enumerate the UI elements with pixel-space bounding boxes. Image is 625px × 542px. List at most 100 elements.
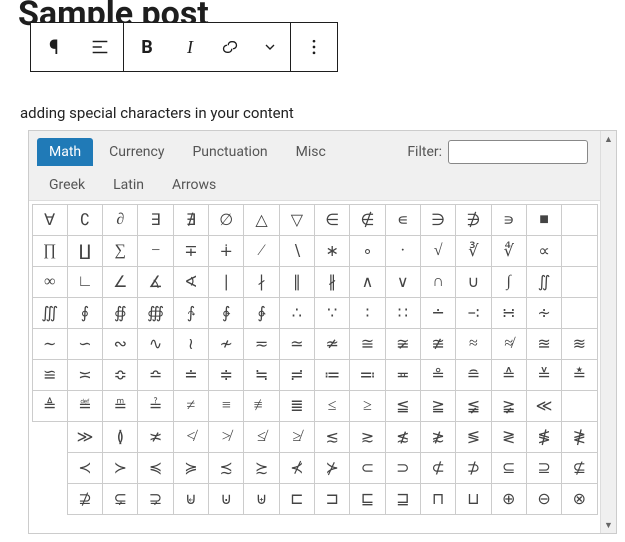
char-cell[interactable]: ∾ bbox=[102, 328, 138, 360]
char-cell[interactable]: ≃ bbox=[279, 328, 315, 360]
char-cell[interactable]: ∑ bbox=[102, 235, 138, 267]
char-cell[interactable]: ∭ bbox=[32, 297, 68, 329]
char-cell[interactable]: ∫ bbox=[491, 266, 527, 298]
char-cell[interactable]: ∼ bbox=[32, 328, 68, 360]
char-cell[interactable]: ∝ bbox=[526, 235, 562, 267]
char-cell[interactable]: ≺ bbox=[67, 452, 103, 484]
char-cell[interactable]: ∋ bbox=[420, 204, 456, 236]
char-cell[interactable]: ≓ bbox=[279, 359, 315, 391]
char-cell[interactable]: ≸ bbox=[526, 421, 562, 453]
char-cell[interactable]: ≅ bbox=[349, 328, 385, 360]
char-cell[interactable]: ∢ bbox=[173, 266, 209, 298]
char-cell[interactable]: ⊎ bbox=[243, 483, 279, 515]
char-cell[interactable]: ≋ bbox=[561, 328, 597, 360]
char-cell[interactable]: ≰ bbox=[243, 421, 279, 453]
char-cell[interactable]: ≉ bbox=[491, 328, 527, 360]
char-cell[interactable]: ⊅ bbox=[455, 452, 491, 484]
char-cell[interactable]: ≦ bbox=[385, 390, 421, 422]
char-cell[interactable]: ≌ bbox=[32, 359, 68, 391]
char-cell[interactable]: ≇ bbox=[420, 328, 456, 360]
char-cell[interactable]: ∌ bbox=[455, 204, 491, 236]
char-cell[interactable]: ∜ bbox=[491, 235, 527, 267]
char-cell[interactable]: ∡ bbox=[137, 266, 173, 298]
char-cell[interactable]: ≑ bbox=[208, 359, 244, 391]
panel-scrollbar[interactable]: ▲ ▼ bbox=[600, 131, 616, 533]
char-cell[interactable]: ∟ bbox=[67, 266, 103, 298]
char-cell[interactable]: ≠ bbox=[173, 390, 209, 422]
char-cell[interactable]: ≻ bbox=[102, 452, 138, 484]
char-cell[interactable]: ≝ bbox=[67, 390, 103, 422]
char-cell[interactable]: ∩ bbox=[420, 266, 456, 298]
char-cell[interactable]: ≳ bbox=[349, 421, 385, 453]
tab-arrows[interactable]: Arrows bbox=[160, 171, 228, 199]
char-cell[interactable]: ∶ bbox=[349, 297, 385, 329]
char-cell[interactable]: ≹ bbox=[561, 421, 597, 453]
char-cell[interactable]: ∱ bbox=[173, 297, 209, 329]
char-cell[interactable]: ∂ bbox=[102, 204, 138, 236]
char-cell[interactable]: ∍ bbox=[491, 204, 527, 236]
char-cell[interactable]: ≈ bbox=[455, 328, 491, 360]
char-cell[interactable]: ≱ bbox=[279, 421, 315, 453]
char-cell[interactable]: ≶ bbox=[455, 421, 491, 453]
char-cell[interactable]: ∏ bbox=[32, 235, 68, 267]
char-cell[interactable]: ∤ bbox=[243, 266, 279, 298]
tab-math[interactable]: Math bbox=[37, 138, 93, 166]
char-cell[interactable]: ⊖ bbox=[526, 483, 562, 515]
char-cell[interactable]: ≍ bbox=[67, 359, 103, 391]
char-cell[interactable]: △ bbox=[243, 204, 279, 236]
char-cell[interactable]: ∿ bbox=[137, 328, 173, 360]
char-cell[interactable]: ≫ bbox=[67, 421, 103, 453]
char-cell[interactable]: ∅ bbox=[208, 204, 244, 236]
char-cell[interactable]: ⊇ bbox=[526, 452, 562, 484]
char-cell[interactable]: ≽ bbox=[173, 452, 209, 484]
char-cell[interactable]: ∮ bbox=[67, 297, 103, 329]
char-cell[interactable]: ∐ bbox=[67, 235, 103, 267]
char-cell[interactable]: ≔ bbox=[314, 359, 350, 391]
char-cell[interactable]: ⊐ bbox=[314, 483, 350, 515]
char-cell[interactable]: ⊌ bbox=[173, 483, 209, 515]
more-rich-text-button[interactable] bbox=[250, 23, 290, 71]
char-cell[interactable]: ∪ bbox=[455, 266, 491, 298]
char-cell[interactable]: ∖ bbox=[279, 235, 315, 267]
char-cell[interactable]: ∘ bbox=[349, 235, 385, 267]
paragraph-content[interactable]: adding special characters in your conten… bbox=[20, 104, 294, 122]
char-cell[interactable]: ⊋ bbox=[137, 483, 173, 515]
char-cell[interactable]: ⊕ bbox=[491, 483, 527, 515]
char-cell[interactable]: ≄ bbox=[314, 328, 350, 360]
bold-button[interactable]: B bbox=[124, 23, 170, 71]
link-button[interactable] bbox=[210, 23, 250, 71]
char-cell[interactable]: ⊂ bbox=[349, 452, 385, 484]
char-cell[interactable]: ≡ bbox=[208, 390, 244, 422]
char-cell[interactable]: ∉ bbox=[349, 204, 385, 236]
char-cell[interactable]: ≐ bbox=[173, 359, 209, 391]
scroll-up-arrow[interactable]: ▲ bbox=[601, 131, 616, 147]
char-cell[interactable]: ≗ bbox=[420, 359, 456, 391]
char-cell[interactable]: ≛ bbox=[561, 359, 597, 391]
paragraph-type-button[interactable]: ¶ bbox=[31, 23, 77, 71]
char-cell[interactable]: ≎ bbox=[102, 359, 138, 391]
char-cell[interactable]: ≯ bbox=[208, 421, 244, 453]
char-cell[interactable]: ≧ bbox=[420, 390, 456, 422]
char-cell[interactable]: ∓ bbox=[173, 235, 209, 267]
char-cell[interactable]: ∔ bbox=[208, 235, 244, 267]
char-cell[interactable] bbox=[561, 204, 597, 236]
char-cell[interactable]: ≮ bbox=[173, 421, 209, 453]
char-cell[interactable]: ∺ bbox=[491, 297, 527, 329]
char-cell[interactable]: ∙ bbox=[385, 235, 421, 267]
tab-currency[interactable]: Currency bbox=[97, 138, 176, 166]
char-cell[interactable]: ∷ bbox=[385, 297, 421, 329]
char-cell[interactable]: ≷ bbox=[491, 421, 527, 453]
char-cell[interactable]: ∊ bbox=[385, 204, 421, 236]
filter-input[interactable] bbox=[448, 140, 588, 164]
char-cell[interactable]: ≵ bbox=[420, 421, 456, 453]
char-cell[interactable]: ⊈ bbox=[561, 452, 597, 484]
char-cell[interactable]: ⊄ bbox=[420, 452, 456, 484]
char-cell[interactable]: ∧ bbox=[349, 266, 385, 298]
char-cell[interactable]: ∸ bbox=[420, 297, 456, 329]
char-cell[interactable]: ≕ bbox=[349, 359, 385, 391]
char-cell[interactable]: ≏ bbox=[137, 359, 173, 391]
char-cell[interactable]: ∲ bbox=[208, 297, 244, 329]
char-cell[interactable]: ⊁ bbox=[314, 452, 350, 484]
char-cell[interactable]: ⊊ bbox=[102, 483, 138, 515]
char-cell[interactable]: ∈ bbox=[314, 204, 350, 236]
